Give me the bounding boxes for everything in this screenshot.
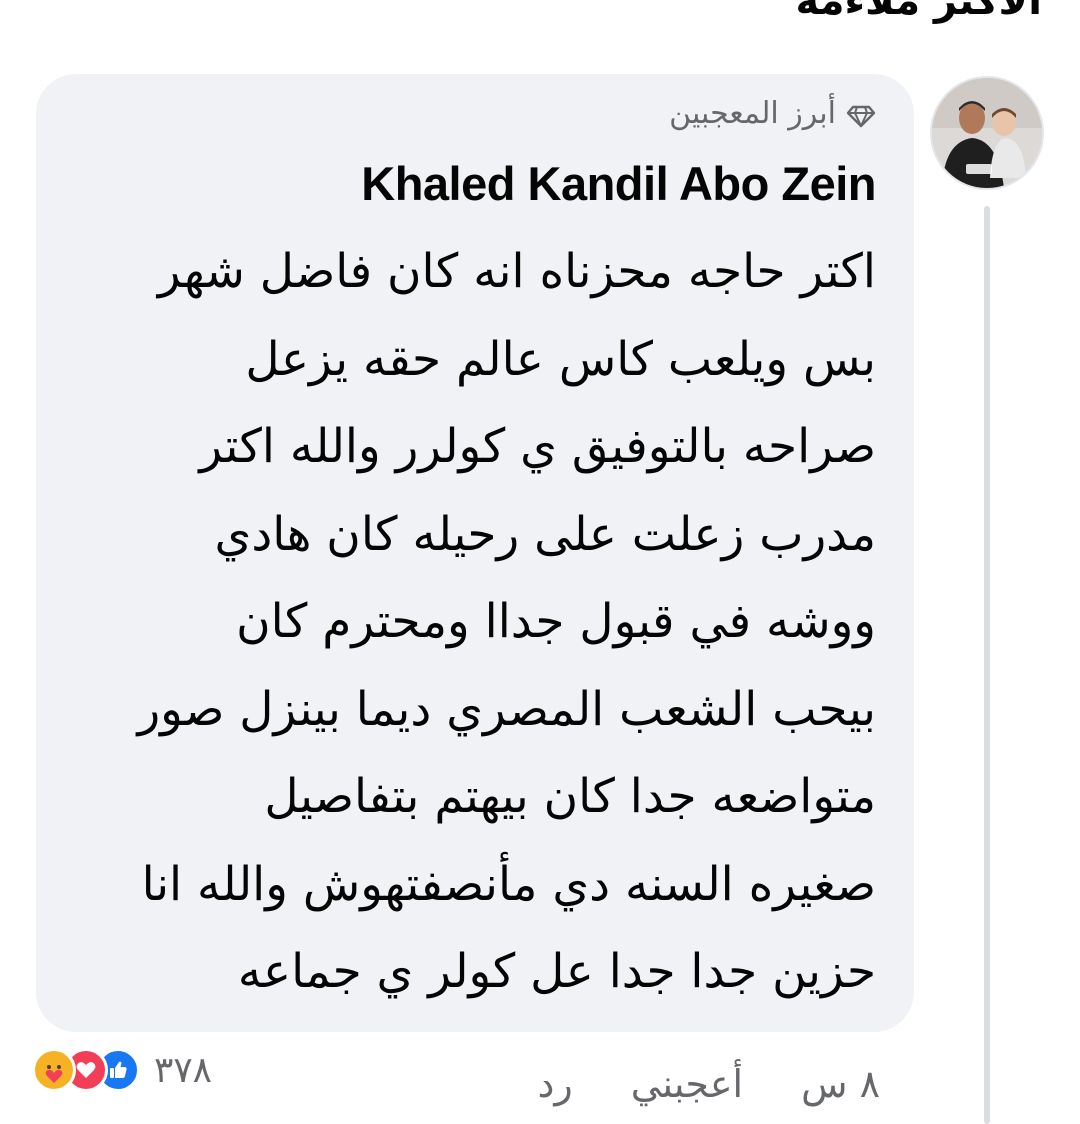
comment-line: حزين جدا جدا عل كولر ي جماعه — [237, 944, 876, 999]
comment-line: متواضعه جدا كان بيهتم بتفاصيل — [264, 769, 876, 824]
comment-timestamp[interactable]: ٨ س — [801, 1062, 880, 1106]
reactions-summary[interactable]: ٣٧٨ — [32, 1048, 212, 1092]
top-fan-badge: أبرز المعجبين — [669, 96, 876, 131]
comment-actions: ٨ س أعجبني رد — [537, 1062, 880, 1106]
comment-line: صغيره السنه دي مأنصفتهوش والله انا — [141, 856, 876, 912]
top-fan-label: أبرز المعجبين — [669, 96, 836, 131]
avatar-photo — [932, 78, 1042, 188]
comment-line: صراحه بالتوفيق ي كولرر والله اكتر — [199, 419, 876, 474]
comment-author[interactable]: Khaled Kandil Abo Zein — [361, 156, 876, 211]
comment-body: اكتر حاجه محزناه انه كان فاضل شهر بس ويل… — [76, 228, 876, 1016]
comment-line: ووشه في قبول جداا ومحترم كان — [236, 594, 876, 649]
avatar[interactable] — [930, 76, 1044, 190]
like-button[interactable]: أعجبني — [631, 1062, 743, 1106]
comment-line: بس ويلعب كاس عالم حقه يزعل — [245, 331, 876, 387]
care-icon — [32, 1048, 76, 1092]
comment-bubble: أبرز المعجبين Khaled Kandil Abo Zein اكت… — [36, 74, 914, 1032]
reaction-count: ٣٧٨ — [154, 1049, 213, 1091]
thread-line — [984, 206, 990, 1124]
diamond-icon — [846, 105, 876, 127]
comment-line: اكتر حاجه محزناه انه كان فاضل شهر — [157, 244, 876, 299]
sort-label-fragment: الأكثر ملاءمة — [795, 0, 1042, 24]
comment-line: بيحب الشعب المصري ديما بينزل صور — [137, 681, 876, 737]
comment-line: مدرب زعلت على رحيله كان هادي — [214, 506, 876, 562]
reply-button[interactable]: رد — [537, 1062, 572, 1106]
